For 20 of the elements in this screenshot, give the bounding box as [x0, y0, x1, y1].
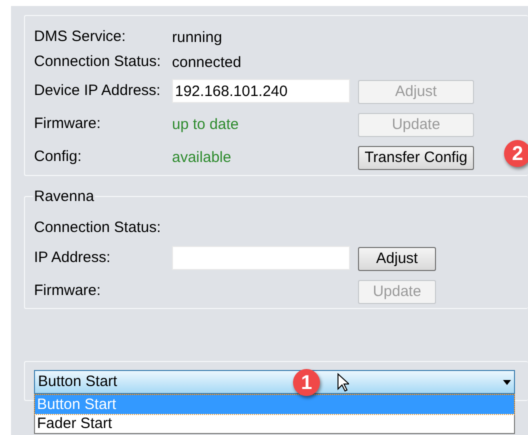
ip-address-field[interactable]	[172, 246, 350, 270]
ip-address-field[interactable]: 192.168.101.240	[172, 79, 350, 104]
field-label: Device IP Address:	[34, 81, 162, 102]
status-value: running	[172, 28, 222, 46]
status-value: up to date	[172, 116, 239, 132]
field-label: Config:	[34, 147, 83, 168]
action-button[interactable]: Transfer Config	[358, 146, 474, 170]
status-value: connected	[172, 54, 242, 70]
mouse-pointer-icon	[337, 373, 349, 392]
field-label: DMS Service:	[34, 27, 127, 48]
field-label: Connection Status:	[34, 218, 162, 238]
step-number-badge: 2	[504, 140, 528, 167]
field-label: Firmware:	[34, 281, 102, 302]
dropdown-option[interactable]: Fader Start	[35, 414, 514, 433]
caret-icon	[503, 380, 511, 384]
status-value: available	[172, 148, 232, 166]
field-label: Connection Status:	[34, 52, 162, 72]
action-button[interactable]: Adjust	[358, 246, 436, 270]
field-label: Firmware:	[34, 114, 102, 134]
field-label: IP Address:	[34, 248, 112, 268]
